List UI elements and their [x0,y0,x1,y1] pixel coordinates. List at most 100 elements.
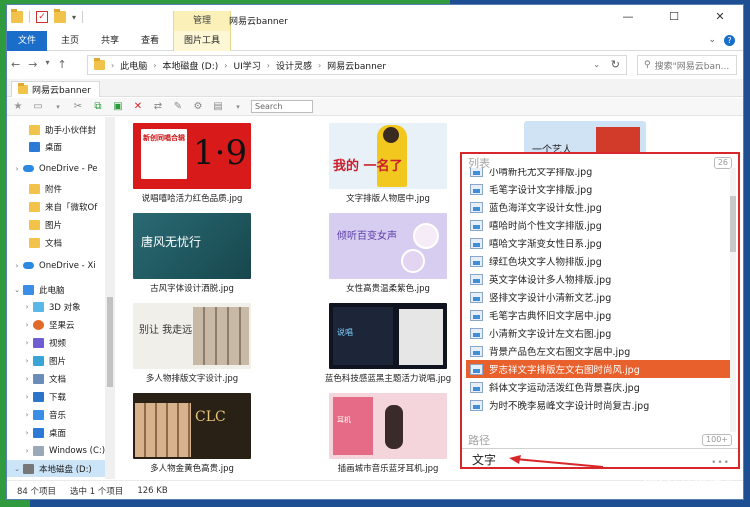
sidebar-item[interactable]: › 文档 [7,370,105,387]
scrollbar-thumb[interactable] [730,196,736,252]
chevron-right-icon[interactable]: › [224,61,227,70]
sidebar-item[interactable]: › 图片 [7,352,105,369]
properties-icon[interactable]: ⚙ [191,101,205,113]
chevron-right-icon[interactable]: › [13,165,21,173]
chevron-down-icon[interactable]: ▾ [72,13,76,22]
new-folder-icon[interactable] [54,9,66,23]
up-icon[interactable]: ↑ [57,58,66,71]
cut-icon[interactable]: ✂ [71,101,85,113]
favorite-star-icon[interactable]: ★ [11,101,25,113]
result-item[interactable]: 小啃新托尤文字排版.jpg [466,168,736,180]
breadcrumb-local-disk[interactable]: 本地磁盘 (D:) [162,59,218,72]
rename-icon[interactable]: ✎ [171,101,185,113]
chevron-right-icon[interactable]: › [23,321,31,329]
sidebar-item[interactable]: 助手小伙伴封 [7,121,105,138]
sidebar-item[interactable]: 文档 [7,234,105,251]
minimize-button[interactable]: — [605,5,651,31]
chevron-down-icon[interactable]: ⌄ [708,35,716,46]
sidebar-item[interactable]: 附件 [7,180,105,197]
chevron-right-icon[interactable]: › [318,61,321,70]
result-item-highlighted[interactable]: 罗志祥文字排版左文右图时尚风.jpg [466,360,736,378]
chevron-down-icon[interactable]: ⌄ [593,60,600,69]
result-item[interactable]: 为时不晚李易峰文字设计时尚复古.jpg [466,396,736,414]
chevron-right-icon[interactable]: › [23,429,31,437]
folder-icon[interactable] [11,9,23,23]
chevron-right-icon[interactable]: › [23,339,31,347]
properties-icon[interactable] [36,11,48,23]
move-icon[interactable]: ⇄ [151,101,165,113]
chevron-down-icon[interactable]: ▾ [51,101,65,113]
sidebar-scrollbar[interactable] [105,117,115,479]
chevron-right-icon[interactable]: › [23,357,31,365]
result-item[interactable]: 绿红色块文字人物排版.jpg [466,252,736,270]
scrollbar-thumb[interactable] [107,297,113,387]
file-item[interactable]: 我的 一名了 文字排版人物居中.jpg [313,123,463,204]
chevron-right-icon[interactable]: › [267,61,270,70]
file-item[interactable]: 别让 我走远 多人物排版文字设计.jpg [117,303,267,384]
result-item[interactable]: 小清新文字设计左文右图.jpg [466,324,736,342]
chevron-right-icon[interactable]: › [13,262,21,270]
file-item[interactable]: 说唱 蓝色科技感蓝黑主题活力说唱.jpg [313,303,463,384]
tab-home[interactable]: 主页 [51,31,89,51]
chevron-right-icon[interactable]: › [23,411,31,419]
sidebar-item[interactable]: › Windows (C:) [7,442,105,459]
sidebar-item[interactable]: 桌面 [7,138,105,155]
result-item[interactable]: 背景产品色左文右图文字居中.jpg [466,342,736,360]
chevron-right-icon[interactable]: › [111,61,114,70]
chevron-down-icon[interactable]: ▾ [231,101,245,113]
breadcrumb-current[interactable]: 网易云banner [327,59,386,72]
tab-share[interactable]: 共享 [91,31,129,51]
chevron-right-icon[interactable]: › [23,375,31,383]
sidebar-item-selected[interactable]: ⌄ 本地磁盘 (D:) [7,460,105,477]
sidebar-item[interactable]: › OneDrive - Xi [7,257,105,274]
tab-file[interactable]: 文件 [7,31,47,51]
result-item[interactable]: 斜体文字运动活泼红色背景喜庆.jpg [466,378,736,396]
chevron-right-icon[interactable]: › [23,393,31,401]
close-button[interactable]: ✕ [697,5,743,31]
tab-picture-tools[interactable]: 图片工具 [173,31,231,51]
address-input[interactable]: › 此电脑 › 本地磁盘 (D:) › UI学习 › 设计灵感 › 网易云ban… [87,55,627,75]
toolbar-search-input[interactable]: Search [251,100,313,113]
chevron-down-icon[interactable]: ⌄ [13,286,21,294]
file-item[interactable]: 唐风无忧行 古风字体设计洒脱.jpg [117,213,267,294]
delete-icon[interactable]: ✕ [131,101,145,113]
forward-icon[interactable]: → [28,58,37,71]
result-item[interactable]: 竖排文字设计小清新文艺.jpg [466,288,736,306]
breadcrumb-design-inspiration[interactable]: 设计灵感 [276,59,312,72]
chevron-down-icon[interactable]: ⌄ [13,465,21,473]
tab-manage[interactable]: 管理 [173,11,231,31]
result-item[interactable]: 嘻哈时尚个性文字排版.jpg [466,216,736,234]
maximize-button[interactable]: ☐ [651,5,697,31]
result-item[interactable]: 英文字体设计多人物排版.jpg [466,270,736,288]
result-item[interactable]: 毛笔字设计文字排版.jpg [466,180,736,198]
chevron-right-icon[interactable]: › [23,447,31,455]
file-item[interactable]: 新创同唱合辑 1·9 说唱嘻哈活力红色品质.jpg [117,123,267,204]
search-input[interactable]: ⚲ 搜索"网易云ban... [637,55,737,75]
sidebar-item[interactable]: › 桌面 [7,424,105,441]
chevron-right-icon[interactable]: › [153,61,156,70]
sidebar-item[interactable]: › 坚果云 [7,316,105,333]
file-item[interactable]: 耳机 插画城市音乐蓝牙耳机.jpg [313,393,463,474]
popup-scrollbar[interactable] [730,168,736,432]
sidebar-item[interactable]: 图片 [7,216,105,233]
refresh-icon[interactable]: ↻ [611,58,620,71]
layout-icon[interactable]: ▤ [211,101,225,113]
file-item[interactable]: CLC 多人物金黄色高贵.jpg [117,393,267,474]
copy-icon[interactable]: ⧉ [91,101,105,113]
sidebar-item[interactable]: 来自「微软Of [7,198,105,215]
sidebar-item[interactable]: › 下载 [7,388,105,405]
sidebar-item[interactable]: › OneDrive - Pe [7,160,105,177]
file-item[interactable]: 倾听百变女声 女性高贵温柔紫色.jpg [313,213,463,294]
result-item[interactable]: 嘻哈文字渐变女性日系.jpg [466,234,736,252]
more-options-icon[interactable]: ••• [711,458,730,468]
sidebar-item[interactable]: › 3D 对象 [7,298,105,315]
sidebar-item[interactable]: › 视频 [7,334,105,351]
result-item[interactable]: 毛笔字古典怀旧文字居中.jpg [466,306,736,324]
chevron-right-icon[interactable]: › [23,303,31,311]
sidebar-item[interactable]: ⌄ 此电脑 [7,281,105,298]
result-item[interactable]: 蓝色海洋文字设计女性.jpg [466,198,736,216]
help-icon[interactable]: ? [724,35,735,46]
paste-icon[interactable]: ▣ [111,101,125,113]
back-icon[interactable]: ← [11,58,20,71]
folder-tab[interactable]: 网易云banner [11,81,100,97]
